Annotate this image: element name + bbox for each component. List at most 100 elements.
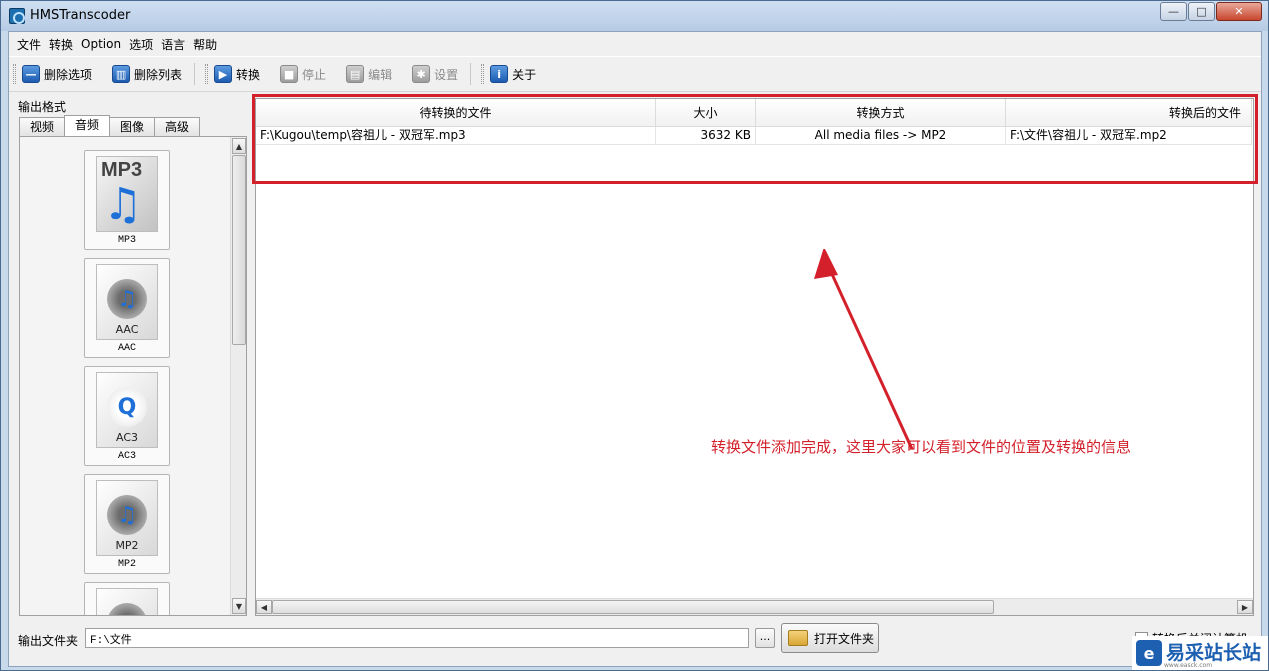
scroll-up-icon[interactable]: ▲ (232, 138, 246, 154)
menu-help[interactable]: 帮助 (189, 36, 221, 53)
aac-art-label: AAC (115, 323, 139, 336)
cell-source: F:\Kugou\temp\容祖儿 - 双冠军.mp3 (256, 127, 656, 145)
title-bar[interactable]: HMSTranscoder — □ ✕ (1, 1, 1268, 31)
delete-item-label: 删除选项 (44, 67, 93, 82)
menu-convert[interactable]: 转换 (45, 36, 77, 53)
trash-icon: ▥ (112, 65, 131, 83)
format-item-mp3[interactable]: MP3 ♫ MP3 (84, 150, 170, 250)
menu-bar: 文件 转换 Option 选项 语言 帮助 (9, 32, 1261, 56)
file-table-header: 待转换的文件 大小 转换方式 转换后的文件 (256, 99, 1252, 127)
tab-image[interactable]: 图像 (109, 117, 156, 136)
scroll-right-icon[interactable]: ▶ (1237, 600, 1253, 614)
format-icon (96, 588, 158, 615)
menu-language[interactable]: 语言 (157, 36, 189, 53)
annotation-text: 转换文件添加完成，这里大家可以看到文件的位置及转换的信息 (711, 438, 1132, 456)
stop-label: 停止 (302, 67, 327, 82)
edit-label: 编辑 (368, 67, 393, 82)
aac-icon: ♫ AAC (96, 264, 158, 340)
folder-icon (788, 630, 808, 646)
mp2-art-label: MP2 (115, 539, 139, 552)
col-mode[interactable]: 转换方式 (756, 99, 1006, 127)
table-row[interactable]: F:\Kugou\temp\容祖儿 - 双冠军.mp3 3632 KB All … (256, 127, 1252, 145)
maximize-button[interactable]: □ (1188, 2, 1215, 21)
stop-button[interactable]: ■ 停止 (280, 65, 326, 83)
convert-button[interactable]: ▶ 转换 (214, 65, 260, 83)
watermark-text: 易采站长站 (1166, 642, 1262, 664)
scroll-left-icon[interactable]: ◀ (256, 600, 272, 614)
file-list-hscrollbar[interactable]: ◀ ▶ (256, 598, 1253, 615)
hscroll-thumb[interactable] (272, 600, 994, 614)
ac3-art-label: AC3 (115, 431, 138, 444)
music-disc-icon: ♫ (107, 279, 147, 319)
scroll-thumb[interactable] (232, 155, 246, 345)
annotation-arrow-head (814, 249, 838, 279)
settings-label: 设置 (434, 67, 459, 82)
stop-icon: ■ (280, 65, 299, 83)
menu-file[interactable]: 文件 (13, 36, 45, 53)
delete-list-button[interactable]: ▥ 删除列表 (112, 65, 182, 83)
file-list: 待转换的文件 大小 转换方式 转换后的文件 F:\Kugou\temp\容祖儿 … (252, 94, 1258, 616)
settings-button[interactable]: ✱ 设置 (412, 65, 458, 83)
col-source[interactable]: 待转换的文件 (256, 99, 656, 127)
tab-audio[interactable]: 音频 (64, 115, 111, 136)
format-panel: MP3 ♫ MP3 ♫ AAC AAC Q AC3 AC3 ♫ MP2 MP2 … (19, 136, 247, 616)
gear-icon: ✱ (412, 65, 431, 83)
client-area: 文件 转换 Option 选项 语言 帮助 — 删除选项 ▥ 删除列表 ▶ 转换 (8, 31, 1262, 667)
annotation-arrow-line (824, 260, 914, 450)
format-name: MP2 (117, 559, 136, 570)
close-button[interactable]: ✕ (1216, 2, 1262, 21)
window-title: HMSTranscoder (30, 8, 131, 23)
annotation-arrow (814, 249, 914, 450)
format-item-aac[interactable]: ♫ AAC AAC (84, 258, 170, 358)
music-disc-icon (107, 603, 147, 615)
tab-advanced[interactable]: 高级 (154, 117, 201, 136)
open-folder-button[interactable]: 打开文件夹 (781, 623, 879, 653)
browse-button[interactable]: ... (755, 628, 775, 648)
app-window: HMSTranscoder — □ ✕ 文件 转换 Option 选项 语言 帮… (0, 0, 1269, 671)
watermark-logo: e (1136, 640, 1162, 666)
col-size[interactable]: 大小 (656, 99, 756, 127)
toolbar-separator (194, 63, 196, 85)
tab-video[interactable]: 视频 (19, 117, 66, 136)
format-item-partial[interactable] (84, 582, 170, 615)
cell-size: 3632 KB (656, 127, 756, 145)
toolbar-grip[interactable] (481, 64, 485, 84)
toolbar: — 删除选项 ▥ 删除列表 ▶ 转换 ■ 停止 ▤ 编辑 ✱ 设置 i 关于 (9, 56, 1261, 92)
cell-mode: All media files -> MP2 (756, 127, 1006, 145)
minus-icon: — (22, 65, 40, 83)
mp2-icon: ♫ MP2 (96, 480, 158, 556)
toolbar-separator (470, 63, 472, 85)
quicktime-icon: Q (107, 387, 147, 427)
output-folder-input[interactable]: F:\文件 (85, 628, 749, 648)
format-name: AC3 (117, 451, 136, 462)
info-icon: i (490, 65, 509, 83)
about-button[interactable]: i 关于 (490, 65, 536, 83)
format-list: MP3 ♫ MP3 ♫ AAC AAC Q AC3 AC3 ♫ MP2 MP2 (20, 137, 232, 615)
about-label: 关于 (512, 67, 537, 82)
format-tabs: 视频 音频 图像 高级 (19, 115, 201, 136)
format-item-ac3[interactable]: Q AC3 AC3 (84, 366, 170, 466)
convert-label: 转换 (236, 67, 261, 82)
open-folder-label: 打开文件夹 (814, 631, 875, 646)
ac3-icon: Q AC3 (96, 372, 158, 448)
menu-options-cn[interactable]: 选项 (125, 36, 157, 53)
output-format-label: 输出格式 (18, 100, 67, 114)
edit-button[interactable]: ▤ 编辑 (346, 65, 392, 83)
format-item-mp2[interactable]: ♫ MP2 MP2 (84, 474, 170, 574)
watermark-subtext: www.easck.com (1164, 662, 1213, 669)
mp3-icon: MP3 ♫ (96, 156, 158, 232)
minimize-button[interactable]: — (1160, 2, 1187, 21)
scroll-down-icon[interactable]: ▼ (232, 598, 246, 614)
format-name: AAC (117, 343, 136, 354)
col-target[interactable]: 转换后的文件 (1006, 99, 1252, 127)
play-icon: ▶ (214, 65, 233, 83)
window-controls: — □ ✕ (1159, 2, 1262, 21)
music-note-icon: ♫ (103, 179, 143, 230)
delete-item-button[interactable]: — 删除选项 (22, 65, 92, 83)
menu-option[interactable]: Option (77, 37, 125, 51)
film-edit-icon: ▤ (346, 65, 365, 83)
toolbar-grip[interactable] (205, 64, 209, 84)
app-icon (9, 8, 25, 24)
format-scrollbar[interactable]: ▲ ▼ (230, 137, 246, 615)
toolbar-grip[interactable] (13, 64, 16, 84)
